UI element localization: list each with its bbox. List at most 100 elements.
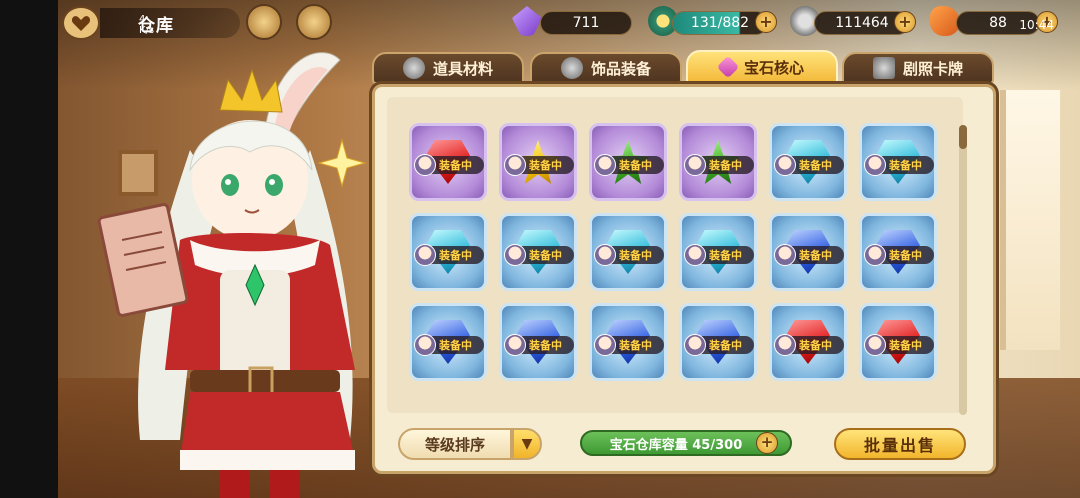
heart-back-icon: [71, 16, 91, 31]
tab-label: 宝石核心: [743, 58, 804, 77]
equipped-badge: 装备中: [864, 334, 934, 356]
equipped-label: 装备中: [529, 339, 562, 352]
gem-slot[interactable]: 装备中: [589, 213, 667, 291]
character-avatar: [864, 154, 886, 176]
character-avatar: [684, 154, 706, 176]
sort-button[interactable]: 等级排序: [398, 428, 512, 460]
equipped-label: 装备中: [529, 159, 562, 172]
tab-label: 饰品装备: [590, 59, 651, 78]
add-coin-button[interactable]: +: [894, 11, 916, 33]
character-avatar: [504, 154, 526, 176]
character-avatar: [594, 334, 616, 356]
scrollbar[interactable]: [959, 125, 967, 415]
equipped-label: 装备中: [709, 159, 742, 172]
gem-slot[interactable]: 装备中: [769, 123, 847, 201]
gem-slot[interactable]: 装备中: [679, 213, 757, 291]
equipped-label: 装备中: [709, 249, 742, 262]
character-avatar: [774, 334, 796, 356]
gem-icon: [716, 55, 740, 79]
gem-slot[interactable]: 装备中: [589, 303, 667, 381]
compass-button[interactable]: [246, 4, 282, 40]
gem-slot[interactable]: 装备中: [499, 123, 577, 201]
equipped-label: 装备中: [439, 249, 472, 262]
purple-gem-icon: [512, 6, 542, 36]
character-avatar: [864, 334, 886, 356]
equipped-badge: 装备中: [414, 154, 484, 176]
equipped-badge: 装备中: [684, 154, 754, 176]
gem-slot[interactable]: 装备中: [859, 303, 937, 381]
gem-slot[interactable]: 装备中: [409, 303, 487, 381]
potion-icon: [402, 57, 425, 79]
equipped-label: 装备中: [889, 339, 922, 352]
character-avatar: [684, 334, 706, 356]
equipped-label: 装备中: [709, 339, 742, 352]
tab-items-materials[interactable]: 道具材料: [372, 52, 524, 84]
add-stamina-button[interactable]: +: [755, 11, 777, 33]
character-avatar: [414, 334, 436, 356]
character-avatar: [414, 244, 436, 266]
equipped-badge: 装备中: [684, 334, 754, 356]
scrollbar-thumb[interactable]: [959, 125, 967, 149]
equipped-badge: 装备中: [504, 334, 574, 356]
equipped-label: 装备中: [799, 249, 832, 262]
bulk-sell-button[interactable]: 批量出售: [834, 428, 966, 460]
equipped-label: 装备中: [619, 159, 652, 172]
character-avatar: [594, 244, 616, 266]
equipped-label: 装备中: [529, 249, 562, 262]
equipped-label: 装备中: [889, 159, 922, 172]
character-avatar: [594, 154, 616, 176]
tab-label: 剧照卡牌: [902, 59, 963, 78]
equipped-badge: 装备中: [864, 154, 934, 176]
screen-edge: [0, 0, 58, 498]
equipped-label: 装备中: [889, 249, 922, 262]
character-avatar: [414, 154, 436, 176]
equipped-label: 装备中: [799, 339, 832, 352]
tab-label: 道具材料: [432, 59, 493, 78]
gem-slot[interactable]: 装备中: [859, 123, 937, 201]
expand-capacity-button[interactable]: +: [756, 432, 778, 454]
gem-slot[interactable]: 装备中: [499, 303, 577, 381]
equipped-badge: 装备中: [414, 244, 484, 266]
equipped-badge: 装备中: [594, 244, 664, 266]
book-button[interactable]: [296, 4, 332, 40]
equipped-badge: 装备中: [504, 244, 574, 266]
character-avatar: [684, 244, 706, 266]
gem-grid: 装备中 装备中 装备中 装备中 装备中 装备中 装备中 装备中 装备中 装备中 装备中 装备中 装备中装…: [409, 123, 937, 381]
equipped-label: 装备中: [619, 339, 652, 352]
gem-grid-area[interactable]: 装备中 装备中 装备中 装备中 装备中 装备中 装备中 装备中 装备中 装备中 装备中 装备中 装备中装…: [387, 97, 963, 413]
gem-slot[interactable]: 装备中: [409, 123, 487, 201]
equipped-badge: 装备中: [774, 244, 844, 266]
equipped-label: 装备中: [439, 159, 472, 172]
equipped-badge: 装备中: [594, 154, 664, 176]
tab-gem-cores[interactable]: 宝石核心: [686, 50, 838, 84]
window: [1000, 90, 1060, 350]
equipped-badge: 装备中: [504, 154, 574, 176]
back-button[interactable]: [62, 6, 100, 40]
gem-slot[interactable]: 装备中: [589, 123, 667, 201]
gem-slot[interactable]: 装备中: [679, 303, 757, 381]
gem-slot[interactable]: 装备中: [679, 123, 757, 201]
ring-icon: [560, 57, 583, 79]
inventory-panel: 装备中 装备中 装备中 装备中 装备中 装备中 装备中 装备中 装备中 装备中 装备中 装备中 装备中装…: [372, 84, 996, 474]
gem-slot[interactable]: 装备中: [769, 213, 847, 291]
gem-slot[interactable]: 装备中: [409, 213, 487, 291]
gem-counter: 711: [540, 11, 632, 35]
gem-slot[interactable]: 装备中: [769, 303, 847, 381]
equipped-badge: 装备中: [774, 154, 844, 176]
character-avatar: [504, 334, 526, 356]
equipped-badge: 装备中: [864, 244, 934, 266]
equipped-label: 装备中: [799, 159, 832, 172]
gem-slot[interactable]: 装备中: [499, 213, 577, 291]
equipped-label: 装备中: [439, 339, 472, 352]
bunny-girl-character: [97, 52, 367, 498]
tab-accessories[interactable]: 饰品装备: [530, 52, 682, 84]
equipped-label: 装备中: [619, 249, 652, 262]
equipped-badge: 装备中: [774, 334, 844, 356]
status-time: 10:44: [1019, 18, 1054, 32]
character-avatar: [774, 244, 796, 266]
tab-photo-cards[interactable]: 剧照卡牌: [842, 52, 994, 84]
equipped-badge: 装备中: [414, 334, 484, 356]
equipped-badge: 装备中: [684, 244, 754, 266]
gem-slot[interactable]: 装备中: [859, 213, 937, 291]
chevron-down-icon: ▼: [521, 436, 533, 452]
